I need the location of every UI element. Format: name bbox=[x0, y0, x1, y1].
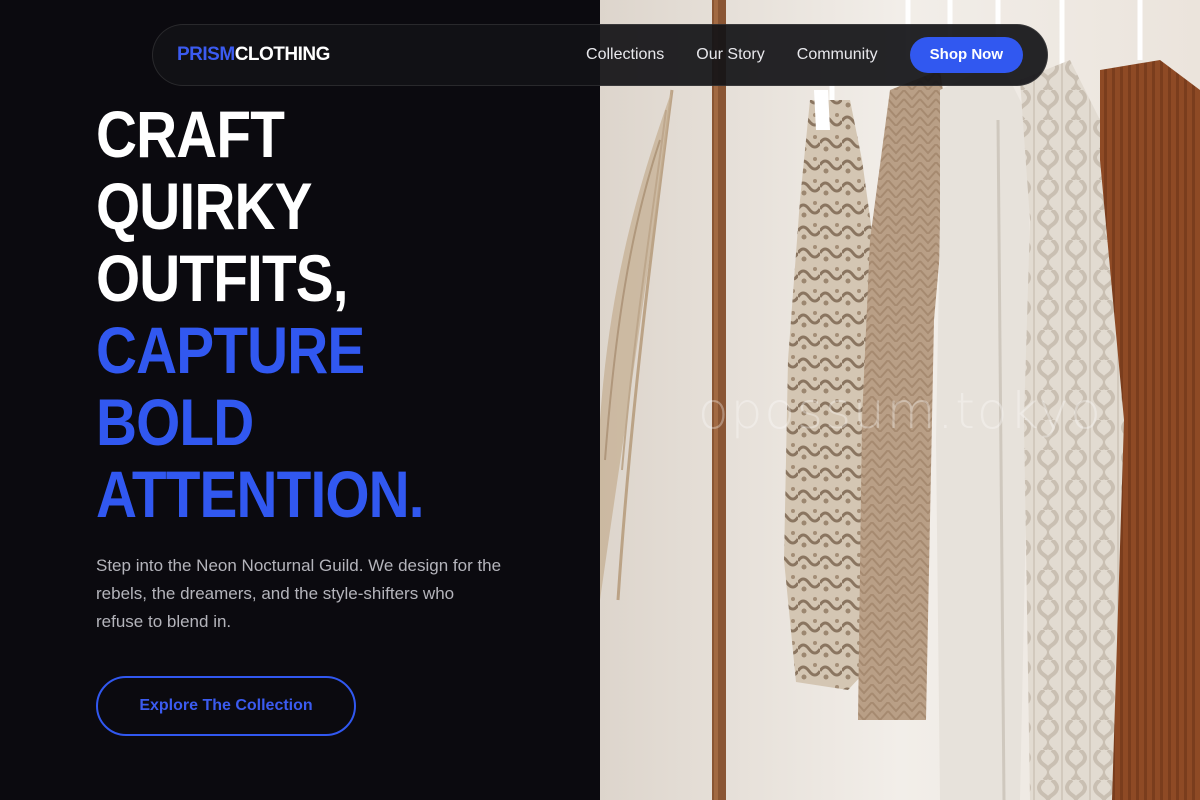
headline-line: QUIRKY bbox=[96, 169, 312, 243]
headline-line-accent: BOLD bbox=[96, 385, 254, 459]
hero-description: Step into the Neon Nocturnal Guild. We d… bbox=[96, 556, 502, 631]
top-navbar: PRISM CLOTHING Collections Our Story Com… bbox=[152, 24, 1048, 86]
headline-line: OUTFITS, bbox=[96, 241, 349, 315]
headline-line: CRAFT bbox=[96, 97, 285, 171]
headline-line-accent: ATTENTION. bbox=[96, 457, 425, 531]
shop-now-button[interactable]: Shop Now bbox=[909, 37, 1023, 73]
hero-headline: CRAFT QUIRKY OUTFITS, CAPTURE BOLD ATTEN… bbox=[96, 97, 425, 531]
brand-logo-rest: CLOTHING bbox=[234, 44, 331, 65]
nav-links: Collections Our Story Community Shop Now bbox=[586, 37, 1023, 73]
brand-logo[interactable]: PRISM CLOTHING bbox=[177, 44, 330, 66]
brand-logo-accent: PRISM bbox=[177, 44, 235, 65]
nav-link-our-story[interactable]: Our Story bbox=[696, 46, 764, 64]
nav-link-community[interactable]: Community bbox=[797, 46, 878, 64]
nav-link-collections[interactable]: Collections bbox=[586, 46, 664, 64]
explore-collection-button[interactable]: Explore The Collection bbox=[96, 676, 356, 736]
photo-watermark: opossum.tokyo bbox=[698, 382, 1103, 440]
hero-photo: opossum.tokyo bbox=[600, 0, 1200, 800]
headline-line-accent: CAPTURE bbox=[96, 313, 365, 387]
